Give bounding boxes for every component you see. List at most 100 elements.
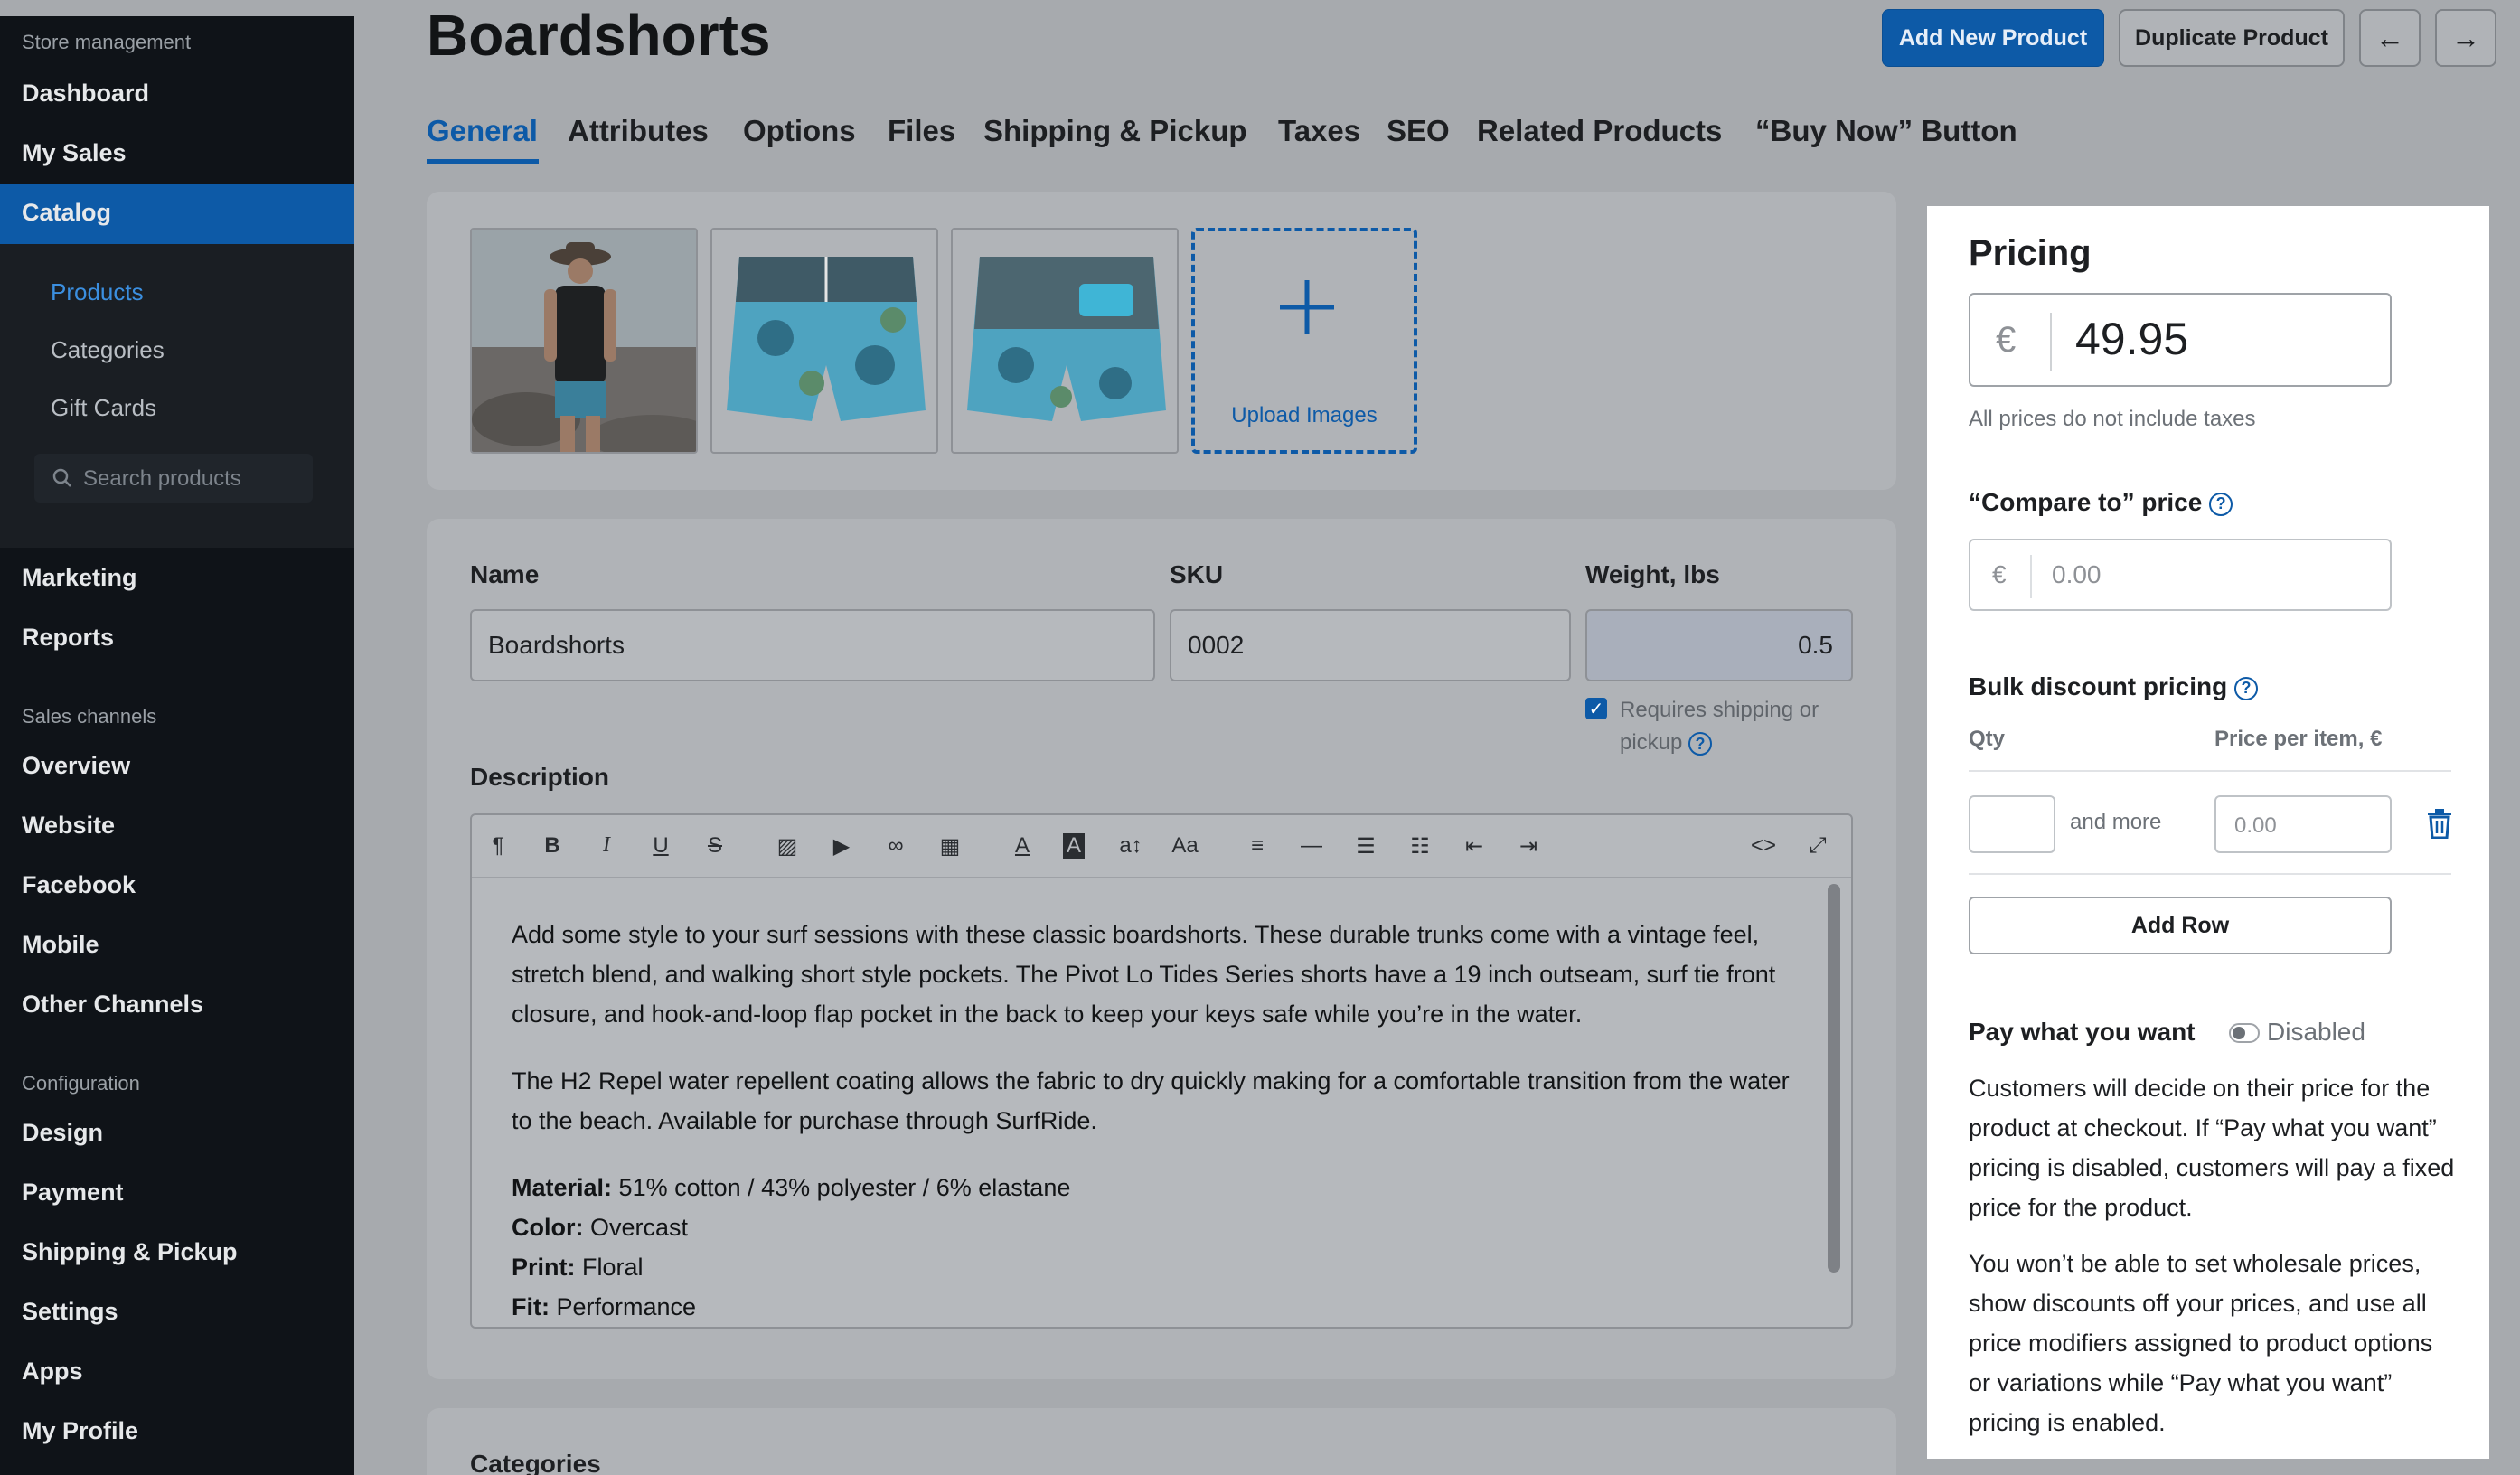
product-image-1[interactable] <box>470 228 698 454</box>
spec-key: Print: <box>512 1254 576 1281</box>
sidebar-item-design[interactable]: Design <box>22 1119 103 1147</box>
tab-options[interactable]: Options <box>743 114 856 148</box>
link-icon[interactable]: ∞ <box>882 833 909 859</box>
tab-related-products[interactable]: Related Products <box>1477 114 1722 148</box>
sidebar-item-payment[interactable]: Payment <box>22 1179 124 1207</box>
sidebar-sub-gift-cards[interactable]: Gift Cards <box>51 394 156 422</box>
font-size-icon[interactable]: a↕ <box>1117 833 1144 859</box>
sidebar-item-my-sales[interactable]: My Sales <box>22 139 127 167</box>
upload-images-button[interactable]: Upload Images <box>1191 228 1417 454</box>
bulk-qty-input[interactable] <box>1969 795 2055 853</box>
table-icon[interactable]: ▦ <box>936 833 964 860</box>
qty-column-header: Qty <box>1969 727 2006 751</box>
categories-card <box>427 1408 1896 1475</box>
spec-value: Floral <box>575 1254 644 1281</box>
bulk-discount-text: Bulk discount pricing <box>1969 672 2228 700</box>
requires-shipping-checkbox[interactable]: ✓ <box>1585 698 1607 719</box>
next-product-button[interactable]: → <box>2435 9 2496 67</box>
editor-scrollbar[interactable] <box>1828 884 1840 1273</box>
bulleted-list-icon[interactable]: ☰ <box>1352 833 1379 860</box>
sidebar-item-overview[interactable]: Overview <box>22 752 130 780</box>
description-content[interactable]: Add some style to your surf sessions wit… <box>512 915 1804 1327</box>
tab-buy-now-button[interactable]: “Buy Now” Button <box>1755 114 2017 148</box>
sidebar-item-facebook[interactable]: Facebook <box>22 871 136 899</box>
sku-field[interactable]: 0002 <box>1170 609 1571 681</box>
section-sales-channels: Sales channels <box>22 705 157 728</box>
name-field[interactable]: Boardshorts <box>470 609 1155 681</box>
upload-images-label: Upload Images <box>1231 403 1378 427</box>
sidebar-sub-categories[interactable]: Categories <box>51 336 165 364</box>
indent-icon[interactable]: ⇥ <box>1515 833 1542 860</box>
horizontal-rule-icon[interactable]: — <box>1298 833 1325 859</box>
help-icon[interactable]: ? <box>1688 731 1713 756</box>
trash-icon[interactable] <box>2426 808 2453 839</box>
image-icon[interactable]: ▨ <box>774 833 801 860</box>
search-products-input[interactable]: Search products <box>34 454 313 503</box>
sidebar-item-apps[interactable]: Apps <box>22 1358 83 1386</box>
duplicate-product-button[interactable]: Duplicate Product <box>2119 9 2345 67</box>
editor-toolbar: ¶ B I U S ▨ ▶ ∞ ▦ A A a↕ Aa ≡ — ☰ ☷ ⇤ ⇥ … <box>472 815 1851 878</box>
sidebar-item-catalog[interactable]: Catalog <box>22 199 111 227</box>
section-configuration: Configuration <box>22 1072 140 1095</box>
strikethrough-icon[interactable]: S <box>701 833 729 859</box>
italic-icon[interactable]: I <box>593 833 620 858</box>
sidebar-item-my-profile[interactable]: My Profile <box>22 1417 138 1445</box>
sidebar-item-marketing[interactable]: Marketing <box>22 564 137 592</box>
pay-what-you-want-toggle[interactable] <box>2229 1023 2260 1043</box>
currency-symbol: € <box>1996 320 2017 360</box>
arrow-right-icon: → <box>2451 21 2480 54</box>
product-image-2[interactable] <box>710 228 938 454</box>
paragraph-icon[interactable]: ¶ <box>484 833 512 859</box>
bold-icon[interactable]: B <box>539 833 566 859</box>
sidebar-item-other-channels[interactable]: Other Channels <box>22 991 203 1019</box>
previous-product-button[interactable]: ← <box>2359 9 2421 67</box>
help-icon[interactable]: ? <box>2234 676 2259 700</box>
underline-icon[interactable]: U <box>647 833 674 859</box>
tab-files[interactable]: Files <box>888 114 955 148</box>
search-icon <box>52 468 71 487</box>
tab-taxes[interactable]: Taxes <box>1278 114 1360 148</box>
tab-seo[interactable]: SEO <box>1387 114 1450 148</box>
pay-what-you-want-state: Disabled <box>2267 1018 2365 1046</box>
bulk-price-input[interactable]: 0.00 <box>2214 795 2392 853</box>
background-color-icon[interactable]: A <box>1063 833 1085 859</box>
code-view-icon[interactable]: <> <box>1750 833 1777 859</box>
price-field[interactable]: € 49.95 <box>1969 293 2392 387</box>
tab-general[interactable]: General <box>427 114 538 148</box>
tab-attributes[interactable]: Attributes <box>568 114 709 148</box>
sidebar-sub-products[interactable]: Products <box>51 278 144 306</box>
compare-placeholder: 0.00 <box>2052 560 2102 588</box>
sidebar-item-website[interactable]: Website <box>22 812 115 840</box>
product-image-3[interactable] <box>951 228 1179 454</box>
spec-line: Print: Floral <box>512 1247 1804 1287</box>
add-row-button[interactable]: Add Row <box>1969 897 2392 954</box>
numbered-list-icon[interactable]: ☷ <box>1406 833 1434 860</box>
spec-value: Performance <box>549 1293 697 1320</box>
spec-line: Material: 51% cotton / 43% polyester / 6… <box>512 1168 1804 1207</box>
font-family-icon[interactable]: Aa <box>1171 833 1199 859</box>
sidebar-top-gap <box>0 0 354 16</box>
currency-symbol: € <box>1992 560 2007 588</box>
weight-field[interactable]: 0.5 <box>1585 609 1853 681</box>
align-icon[interactable]: ≡ <box>1244 833 1271 859</box>
font-color-icon[interactable]: A <box>1009 833 1036 859</box>
divider <box>1969 770 2451 772</box>
video-icon[interactable]: ▶ <box>828 833 855 860</box>
active-tab-indicator <box>427 159 539 164</box>
help-icon[interactable]: ? <box>2209 492 2233 516</box>
description-editor[interactable]: ¶ B I U S ▨ ▶ ∞ ▦ A A a↕ Aa ≡ — ☰ ☷ ⇤ ⇥ … <box>470 813 1853 1329</box>
sidebar-item-dashboard[interactable]: Dashboard <box>22 80 149 108</box>
sidebar-item-settings[interactable]: Settings <box>22 1298 118 1326</box>
pwyw-description: Customers will decide on their price for… <box>1969 1075 2455 1221</box>
arrow-left-icon: ← <box>2375 21 2404 54</box>
sidebar-item-shipping-pickup[interactable]: Shipping & Pickup <box>22 1238 238 1266</box>
sidebar-item-mobile[interactable]: Mobile <box>22 931 99 959</box>
outdent-icon[interactable]: ⇤ <box>1461 833 1488 860</box>
compare-to-price-field[interactable]: € 0.00 <box>1969 539 2392 611</box>
tab-shipping-pickup[interactable]: Shipping & Pickup <box>983 114 1247 148</box>
add-new-product-button[interactable]: Add New Product <box>1882 9 2104 67</box>
page-title: Boardshorts <box>427 3 771 68</box>
sidebar-item-reports[interactable]: Reports <box>22 624 114 652</box>
pay-what-you-want-label: Pay what you want <box>1969 1018 2196 1046</box>
fullscreen-icon[interactable]: ⤢ <box>1804 833 1831 859</box>
